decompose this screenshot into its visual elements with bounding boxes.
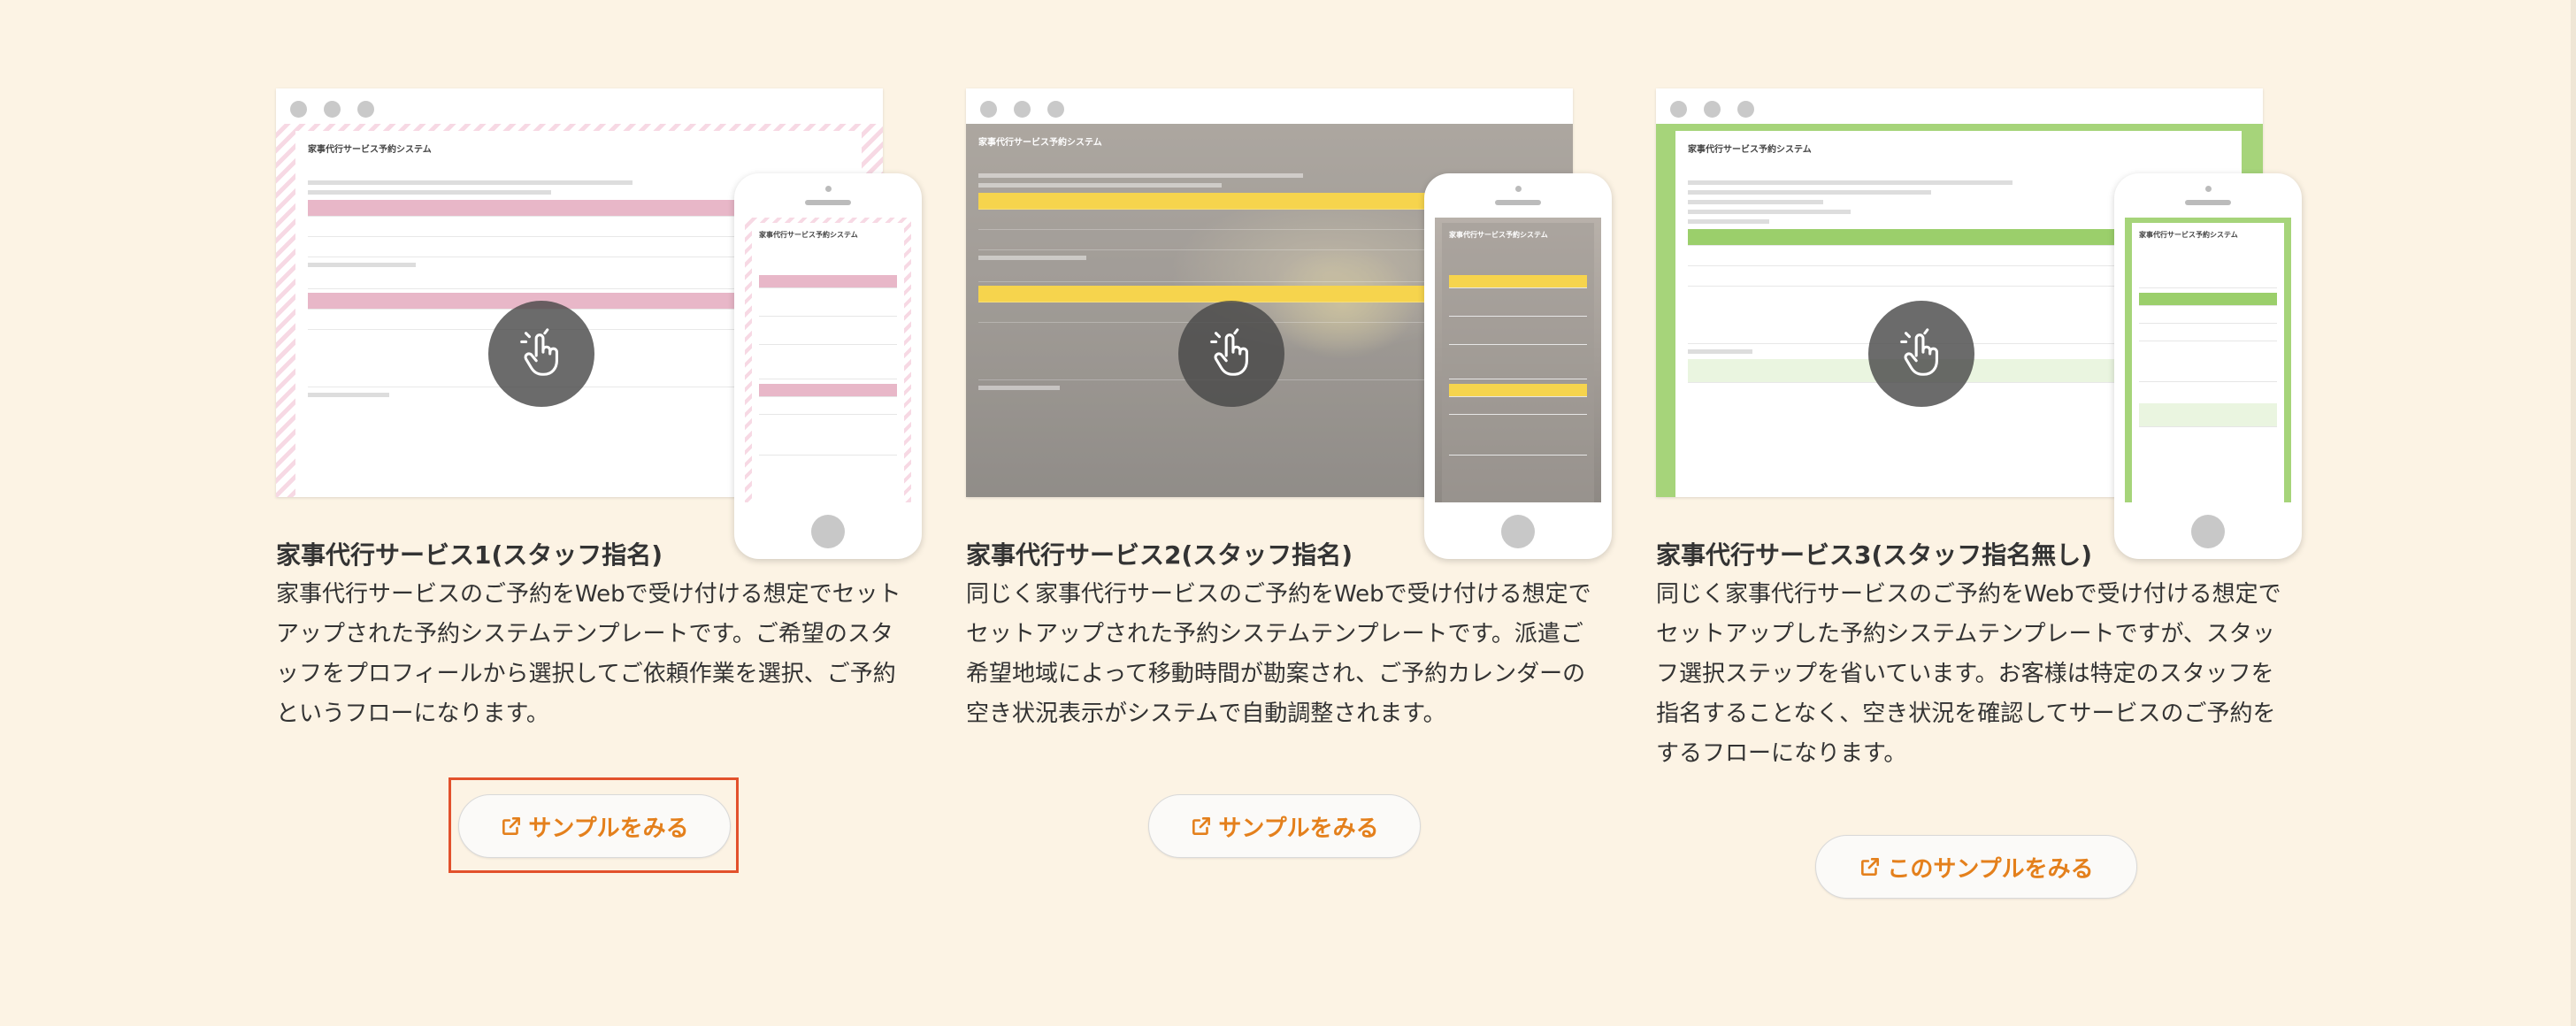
window-dot (1047, 101, 1064, 118)
phone-speaker (805, 200, 851, 205)
card-description: 同じく家事代行サービスのご予約をWebで受け付ける想定でセットアップした予約シス… (1656, 581, 2281, 767)
tap-hand-icon[interactable] (1178, 301, 1284, 407)
sample-card-3: 家事代行サービス予約システム 家事代行サービス予約システム 家事代行サービス3(… (1656, 85, 2346, 969)
card-title: 家事代行サービス1(スタッフ指名) (276, 540, 663, 570)
phone-screen: 家事代行サービス予約システム (1435, 218, 1601, 502)
tap-hand-icon[interactable] (488, 301, 594, 407)
card-description: 同じく家事代行サービスのご予約をWebで受け付ける想定でセットアップされた予約シ… (966, 581, 1591, 727)
external-link-icon (1192, 817, 1211, 835)
phone-speaker (1495, 200, 1541, 205)
page-edge (2571, 0, 2576, 1026)
card-description: 家事代行サービスのご予約をWebで受け付ける想定でセットアップされた予約システム… (276, 581, 901, 727)
view-sample-button[interactable]: サンプルをみる (458, 794, 731, 858)
preview-title: 家事代行サービス予約システム (978, 138, 1102, 148)
camera-dot (825, 186, 832, 192)
window-dot (1704, 101, 1721, 118)
card-title: 家事代行サービス3(スタッフ指名無し) (1656, 540, 2093, 570)
browser-chrome (1656, 88, 2263, 124)
window-dot (324, 101, 341, 118)
card-title: 家事代行サービス2(スタッフ指名) (966, 540, 1353, 570)
button-label: このサンプルをみる (1887, 855, 2094, 883)
mobile-preview: 家事代行サービス予約システム (1424, 173, 1612, 559)
window-dot (1670, 101, 1687, 118)
view-sample-button[interactable]: このサンプルをみる (1815, 835, 2137, 899)
window-dot (357, 101, 374, 118)
browser-chrome (966, 88, 1573, 124)
tap-hand-icon[interactable] (1868, 301, 1974, 407)
phone-screen: 家事代行サービス予約システム (2125, 218, 2291, 502)
phone-preview-title: 家事代行サービス予約システム (1449, 231, 1548, 239)
phone-speaker (2185, 200, 2231, 205)
mobile-preview: 家事代行サービス予約システム (734, 173, 922, 559)
window-dot (1014, 101, 1031, 118)
browser-chrome (276, 88, 883, 124)
camera-dot (1515, 186, 1522, 192)
mobile-preview: 家事代行サービス予約システム (2114, 173, 2302, 559)
preview-title: 家事代行サービス予約システム (1688, 145, 1812, 155)
button-label: サンプルをみる (528, 815, 689, 842)
sample-card-2: 家事代行サービス予約システム 家事代行サービス予約システム 家事代行サービス2(… (966, 85, 1656, 969)
phone-preview-title: 家事代行サービス予約システム (2139, 231, 2238, 239)
window-dot (290, 101, 307, 118)
phone-screen: 家事代行サービス予約システム (745, 218, 911, 502)
camera-dot (2205, 186, 2212, 192)
preview-title: 家事代行サービス予約システム (308, 145, 432, 155)
view-sample-button[interactable]: サンプルをみる (1148, 794, 1421, 858)
phone-preview-title: 家事代行サービス予約システム (759, 231, 858, 239)
external-link-icon (1861, 858, 1880, 876)
button-label: サンプルをみる (1218, 815, 1379, 842)
window-dot (1737, 101, 1754, 118)
external-link-icon (502, 817, 521, 835)
sample-card-1: 家事代行サービス予約システム 家事代行サービス予約システム 家事代行サービス1(… (276, 85, 966, 969)
window-dot (980, 101, 997, 118)
